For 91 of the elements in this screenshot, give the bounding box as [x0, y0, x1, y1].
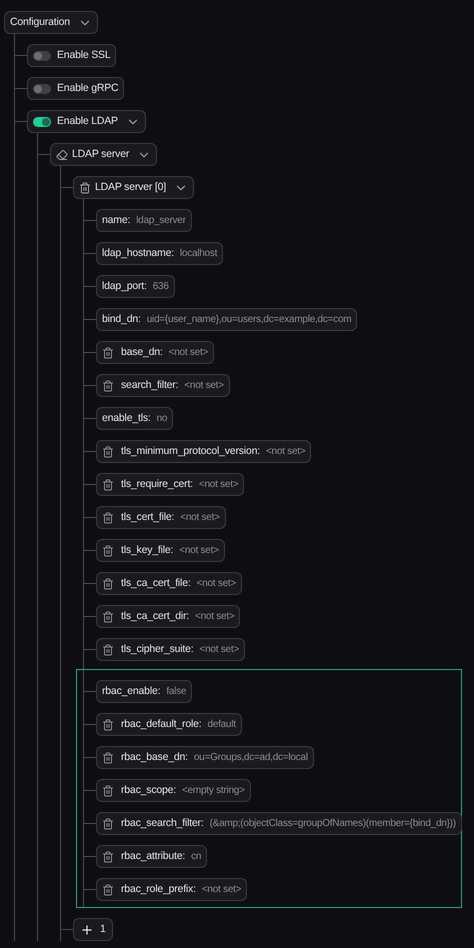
field-label: rbac_base_dn:	[121, 750, 188, 765]
trash-icon[interactable]	[102, 850, 114, 862]
toggle-switch[interactable]	[33, 84, 51, 94]
trash-icon[interactable]	[79, 182, 91, 194]
field-value: <not set>	[199, 643, 239, 657]
setting-field[interactable]: enable_tls: no	[96, 407, 174, 430]
field-label: name:	[102, 212, 130, 228]
field-value: cn	[191, 850, 202, 864]
trash-icon[interactable]	[102, 752, 114, 764]
field-value: <not set>	[184, 379, 224, 393]
add-button[interactable]: 1	[73, 918, 113, 941]
setting-field[interactable]: name: ldap_server	[96, 209, 192, 232]
field-label: enable_tls:	[102, 410, 151, 426]
toggle-switch[interactable]	[33, 50, 51, 60]
setting-field[interactable]: tls_cert_file: <not set>	[96, 506, 226, 529]
field-value: default	[207, 718, 236, 732]
field-label: tls_ca_cert_file:	[121, 576, 191, 591]
setting-field[interactable]: tls_key_file: <not set>	[96, 539, 225, 562]
field-value: <not set>	[168, 346, 208, 360]
setting-field[interactable]: rbac_role_prefix: <not set>	[96, 878, 248, 901]
plus-icon	[80, 922, 94, 936]
field-label: ldap_hostname:	[102, 246, 174, 261]
trash-icon[interactable]	[102, 884, 114, 896]
field-value: <not set>	[196, 577, 236, 591]
field-value: <empty string>	[182, 784, 245, 798]
trash-icon[interactable]	[102, 644, 114, 656]
setting-field[interactable]: rbac_enable: false	[96, 680, 192, 703]
trash-icon[interactable]	[102, 818, 114, 830]
setting-field[interactable]: rbac_scope: <empty string>	[96, 779, 251, 802]
tree-node-button[interactable]: Configuration	[4, 11, 98, 34]
field-label: tls_cert_file:	[121, 510, 174, 525]
setting-field[interactable]: ldap_hostname: localhost	[96, 242, 224, 265]
trash-icon[interactable]	[102, 346, 114, 358]
field-label: tls_ca_cert_dir:	[121, 608, 189, 624]
tree-node-button[interactable]: LDAP server	[50, 143, 158, 166]
field-label: search_filter:	[121, 378, 178, 393]
field-label: ldap_port:	[102, 278, 147, 294]
field-value: <not set>	[202, 883, 242, 897]
field-label: bind_dn:	[102, 312, 141, 327]
trash-icon[interactable]	[102, 446, 114, 458]
setting-field[interactable]: tls_cipher_suite: <not set>	[96, 638, 245, 661]
field-value: ou=Groups,dc=ad,dc=local	[194, 751, 308, 765]
field-label: rbac_role_prefix:	[121, 882, 196, 897]
field-value: false	[166, 685, 186, 699]
field-value: <not set>	[180, 511, 220, 525]
field-value: no	[156, 412, 168, 426]
trash-icon[interactable]	[102, 718, 114, 730]
setting-field[interactable]: rbac_default_role: default	[96, 713, 242, 736]
setting-field[interactable]: tls_ca_cert_file: <not set>	[96, 572, 242, 595]
field-label: rbac_search_filter:	[121, 816, 204, 831]
setting-field[interactable]: base_dn: <not set>	[96, 341, 214, 364]
field-value: uid={user_name},ou=users,dc=example,dc=com	[146, 313, 352, 327]
field-value: <not set>	[266, 445, 306, 459]
trash-icon[interactable]	[102, 512, 114, 524]
field-label: tls_cipher_suite:	[121, 642, 194, 657]
setting-field[interactable]: rbac_attribute: cn	[96, 845, 208, 868]
field-label: tls_minimum_protocol_version:	[121, 444, 260, 459]
field-value: <not set>	[198, 478, 238, 492]
trash-icon[interactable]	[102, 610, 114, 622]
field-value: <not set>	[179, 544, 219, 558]
trash-icon[interactable]	[102, 544, 114, 556]
field-label: tls_key_file:	[121, 542, 174, 558]
setting-field[interactable]: rbac_search_filter: (&amp;(objectClass=groupOfNames)(member={bind_dn}))	[96, 812, 462, 835]
field-label: rbac_attribute:	[121, 848, 186, 864]
toggle-node-button[interactable]: Enable gRPC	[27, 77, 124, 100]
field-label: base_dn:	[121, 344, 163, 360]
field-value: <not set>	[195, 610, 234, 624]
setting-field[interactable]: ldap_port: 636	[96, 275, 175, 298]
field-label: rbac_enable:	[102, 684, 160, 699]
setting-field[interactable]: rbac_base_dn: ou=Groups,dc=ad,dc=local	[96, 746, 314, 769]
trash-icon[interactable]	[102, 380, 114, 392]
trash-icon[interactable]	[102, 478, 114, 490]
trash-icon[interactable]	[102, 784, 114, 796]
field-value: 636	[152, 280, 169, 294]
field-label: tls_require_cert:	[121, 476, 193, 492]
toggle-node-button[interactable]: Enable SSL	[27, 44, 116, 67]
setting-field[interactable]: tls_ca_cert_dir: <not set>	[96, 605, 240, 628]
field-label: rbac_default_role:	[121, 716, 202, 732]
toggle-node-button[interactable]: Enable LDAP	[27, 110, 146, 133]
eraser-icon	[56, 148, 68, 160]
setting-field[interactable]: tls_require_cert: <not set>	[96, 473, 244, 496]
field-label: rbac_scope:	[121, 782, 176, 798]
toggle-switch[interactable]	[33, 116, 51, 126]
setting-field[interactable]: search_filter: <not set>	[96, 374, 230, 397]
trash-icon[interactable]	[102, 578, 114, 590]
setting-field[interactable]: tls_minimum_protocol_version: <not set>	[96, 440, 312, 463]
setting-field[interactable]: bind_dn: uid={user_name},ou=users,dc=example,dc=com	[96, 308, 358, 331]
field-value: ldap_server	[136, 214, 186, 228]
field-value: (&amp;(objectClass=groupOfNames)(member={bind_dn}))	[210, 817, 456, 831]
tree-node-button[interactable]: LDAP server [0]	[73, 176, 194, 199]
field-value: localhost	[180, 247, 218, 261]
